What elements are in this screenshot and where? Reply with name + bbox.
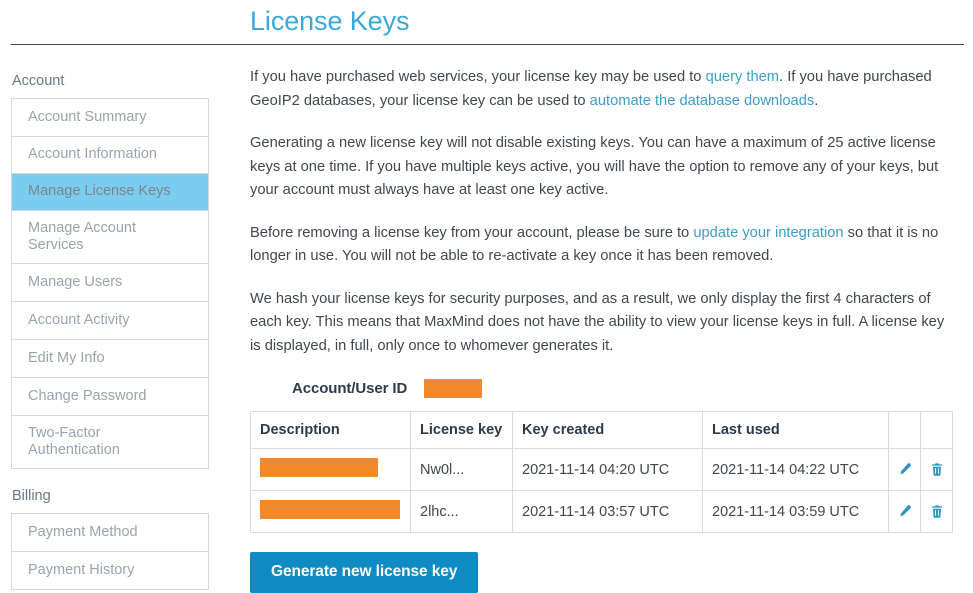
paragraph-p2: Generating a new license key will not di… bbox=[250, 132, 950, 203]
description-redacted bbox=[260, 458, 378, 477]
link-automate-the-database-downloads[interactable]: automate the database downloads bbox=[590, 93, 815, 109]
page-header: License Keys bbox=[0, 0, 973, 45]
generate-new-license-key-button[interactable]: Generate new license key bbox=[250, 552, 478, 593]
paragraph-p4: We hash your license keys for security p… bbox=[250, 288, 950, 359]
sidebar-item-two-factor-authentication[interactable]: Two-Factor Authentication bbox=[12, 416, 208, 469]
column-header-edit bbox=[889, 412, 921, 449]
paragraph-text: . bbox=[814, 93, 818, 109]
table-header: Description License key Key created Last… bbox=[251, 412, 953, 449]
column-header-delete bbox=[921, 412, 953, 449]
column-header-license-key: License key bbox=[411, 412, 513, 449]
cell-license-key: 2lhc... bbox=[411, 491, 513, 533]
account-user-id-row: Account/User ID bbox=[292, 377, 965, 399]
cell-last-used: 2021-11-14 04:22 UTC bbox=[703, 449, 889, 491]
license-keys-table: Description License key Key created Last… bbox=[250, 411, 953, 533]
paragraph-p1: If you have purchased web services, your… bbox=[250, 66, 950, 113]
sidebar-item-account-summary[interactable]: Account Summary bbox=[12, 99, 208, 137]
cell-edit-action[interactable] bbox=[889, 491, 921, 533]
cell-license-key: Nw0l... bbox=[411, 449, 513, 491]
cell-description bbox=[251, 449, 411, 491]
column-header-last-used: Last used bbox=[703, 412, 889, 449]
paragraph-text: Generating a new license key will not di… bbox=[250, 135, 938, 198]
column-header-key-created: Key created bbox=[513, 412, 703, 449]
sidebar-item-manage-license-keys[interactable]: Manage License Keys bbox=[12, 174, 208, 211]
pencil-icon[interactable] bbox=[889, 453, 920, 487]
paragraph-text: If you have purchased web services, your… bbox=[250, 69, 706, 85]
table-row: Nw0l...2021-11-14 04:20 UTC2021-11-14 04… bbox=[251, 449, 953, 491]
table-row: 2lhc...2021-11-14 03:57 UTC2021-11-14 03… bbox=[251, 491, 953, 533]
page-title: License Keys bbox=[250, 5, 409, 38]
description-redacted bbox=[260, 500, 400, 519]
sidebar-item-payment-history[interactable]: Payment History bbox=[12, 552, 208, 590]
cell-last-used: 2021-11-14 03:59 UTC bbox=[703, 491, 889, 533]
cell-delete-action[interactable] bbox=[921, 491, 953, 533]
column-header-description: Description bbox=[251, 412, 411, 449]
intro-paragraphs: If you have purchased web services, your… bbox=[250, 66, 965, 358]
paragraph-text: Before removing a license key from your … bbox=[250, 225, 693, 241]
cell-edit-action[interactable] bbox=[889, 449, 921, 491]
sidebar-item-manage-users[interactable]: Manage Users bbox=[12, 264, 208, 302]
cell-description bbox=[251, 491, 411, 533]
paragraph-p3: Before removing a license key from your … bbox=[250, 222, 950, 269]
cell-key-created: 2021-11-14 04:20 UTC bbox=[513, 449, 703, 491]
sidebar-heading-billing: Billing bbox=[11, 487, 209, 505]
sidebar-item-edit-my-info[interactable]: Edit My Info bbox=[12, 340, 208, 378]
header-divider bbox=[11, 44, 964, 45]
sidebar-heading-account: Account bbox=[11, 72, 209, 90]
trash-icon[interactable] bbox=[921, 495, 952, 529]
sidebar-item-payment-method[interactable]: Payment Method bbox=[12, 514, 208, 552]
sidebar-item-account-information[interactable]: Account Information bbox=[12, 137, 208, 174]
table-header-row: Description License key Key created Last… bbox=[251, 412, 953, 449]
trash-icon[interactable] bbox=[921, 453, 952, 487]
sidebar-nav: Account Account SummaryAccount Informatio… bbox=[11, 72, 209, 590]
sidebar-group-account: Account SummaryAccount InformationManage… bbox=[11, 98, 209, 469]
cell-key-created: 2021-11-14 03:57 UTC bbox=[513, 491, 703, 533]
main-content: If you have purchased web services, your… bbox=[250, 66, 965, 593]
sidebar-group-billing: Payment MethodPayment History bbox=[11, 513, 209, 590]
account-user-id-value-redacted bbox=[424, 379, 482, 398]
account-user-id-label: Account/User ID bbox=[292, 380, 407, 397]
cell-delete-action[interactable] bbox=[921, 449, 953, 491]
paragraph-text: We hash your license keys for security p… bbox=[250, 291, 944, 354]
link-update-your-integration[interactable]: update your integration bbox=[693, 225, 843, 241]
sidebar-item-account-activity[interactable]: Account Activity bbox=[12, 302, 208, 340]
sidebar-item-change-password[interactable]: Change Password bbox=[12, 378, 208, 416]
table-body: Nw0l...2021-11-14 04:20 UTC2021-11-14 04… bbox=[251, 449, 953, 533]
pencil-icon[interactable] bbox=[889, 495, 920, 529]
sidebar-item-manage-account-services[interactable]: Manage Account Services bbox=[12, 211, 208, 264]
link-query-them[interactable]: query them bbox=[706, 69, 779, 85]
